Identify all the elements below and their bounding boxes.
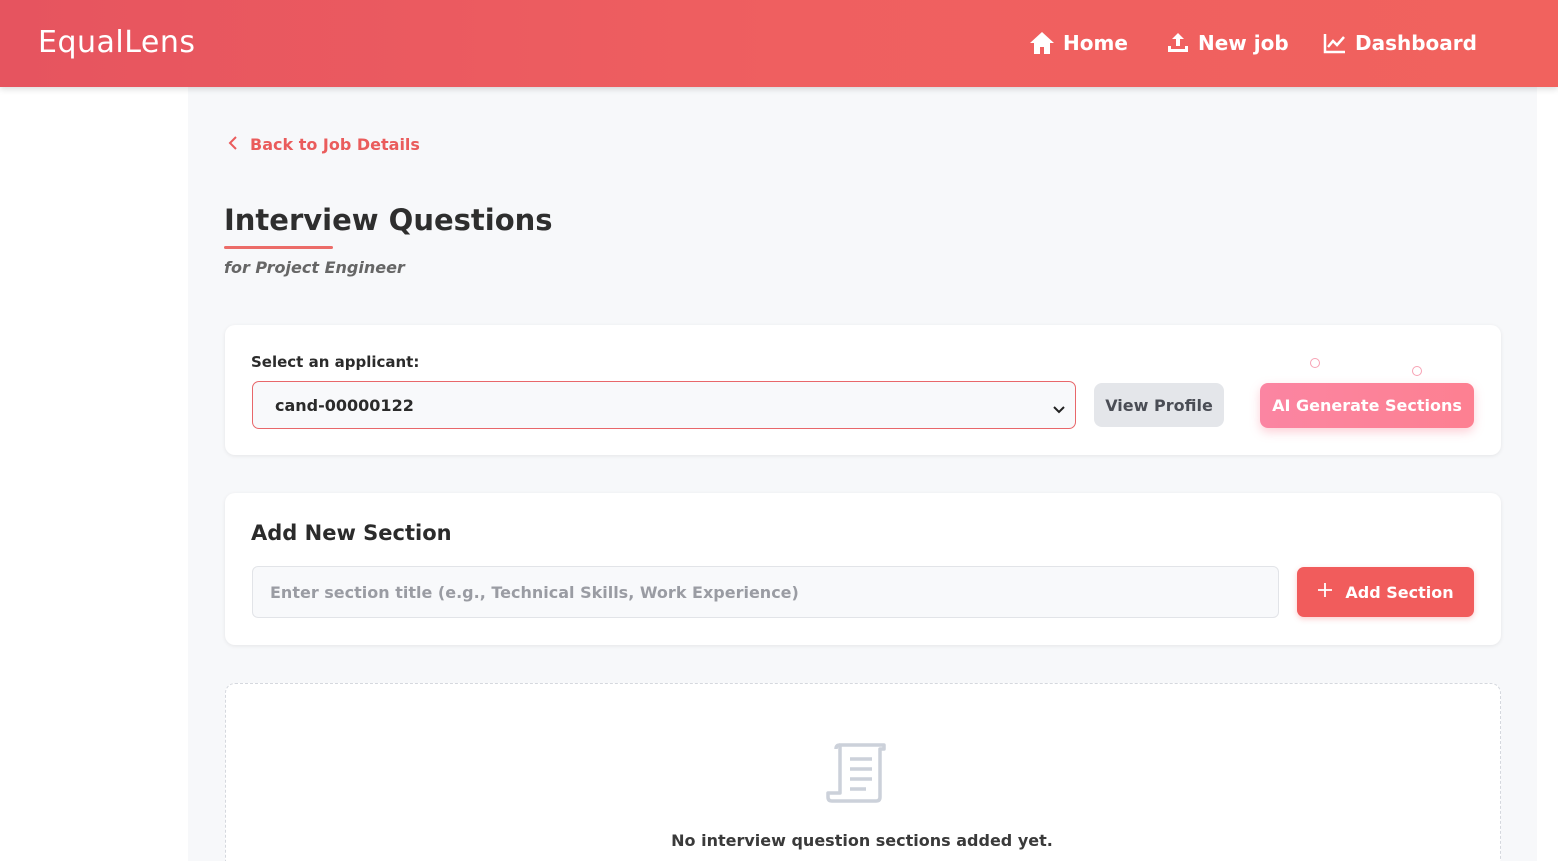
add-section-button[interactable]: Add Section xyxy=(1297,567,1474,617)
plus-icon xyxy=(1317,582,1333,602)
back-to-job-details-link[interactable]: Back to Job Details xyxy=(228,131,420,157)
applicant-select-label: Select an applicant: xyxy=(251,353,420,371)
back-link-label: Back to Job Details xyxy=(250,134,420,154)
upload-icon xyxy=(1166,31,1190,55)
section-title-input[interactable] xyxy=(252,566,1279,618)
logo-text-lens: Lens xyxy=(124,24,196,60)
applicant-select-value: cand-00000122 xyxy=(275,395,414,415)
nav-new-job-label: New job xyxy=(1198,31,1289,55)
empty-state-message: No interview question sections added yet… xyxy=(671,831,1053,850)
page-title: Interview Questions xyxy=(224,203,553,237)
logo-text-equal: Equal xyxy=(38,24,125,60)
nav-home-label: Home xyxy=(1063,31,1128,55)
add-section-button-label: Add Section xyxy=(1345,582,1454,602)
home-icon xyxy=(1029,31,1055,55)
sparkle-icon xyxy=(1310,358,1320,368)
scroll-document-icon xyxy=(826,741,888,809)
chart-line-icon xyxy=(1323,32,1347,54)
chevron-left-icon xyxy=(228,135,238,154)
nav-new-job[interactable]: New job xyxy=(1166,28,1289,58)
top-navbar: Equal Lens Home New job Dashboard xyxy=(0,0,1558,87)
chevron-down-icon xyxy=(1053,399,1065,418)
applicant-select[interactable]: cand-00000122 xyxy=(252,381,1076,429)
equallens-logo[interactable]: Equal Lens xyxy=(38,22,196,62)
view-profile-button[interactable]: View Profile xyxy=(1094,383,1224,427)
sparkle-icon xyxy=(1412,366,1422,376)
nav-home[interactable]: Home xyxy=(1029,28,1128,58)
nav-dashboard[interactable]: Dashboard xyxy=(1323,28,1477,58)
title-underline xyxy=(224,246,333,249)
nav-dashboard-label: Dashboard xyxy=(1355,31,1477,55)
ai-generate-sections-button[interactable]: AI Generate Sections xyxy=(1260,383,1474,428)
add-section-heading: Add New Section xyxy=(251,521,452,545)
page-subtitle: for Project Engineer xyxy=(224,258,405,277)
